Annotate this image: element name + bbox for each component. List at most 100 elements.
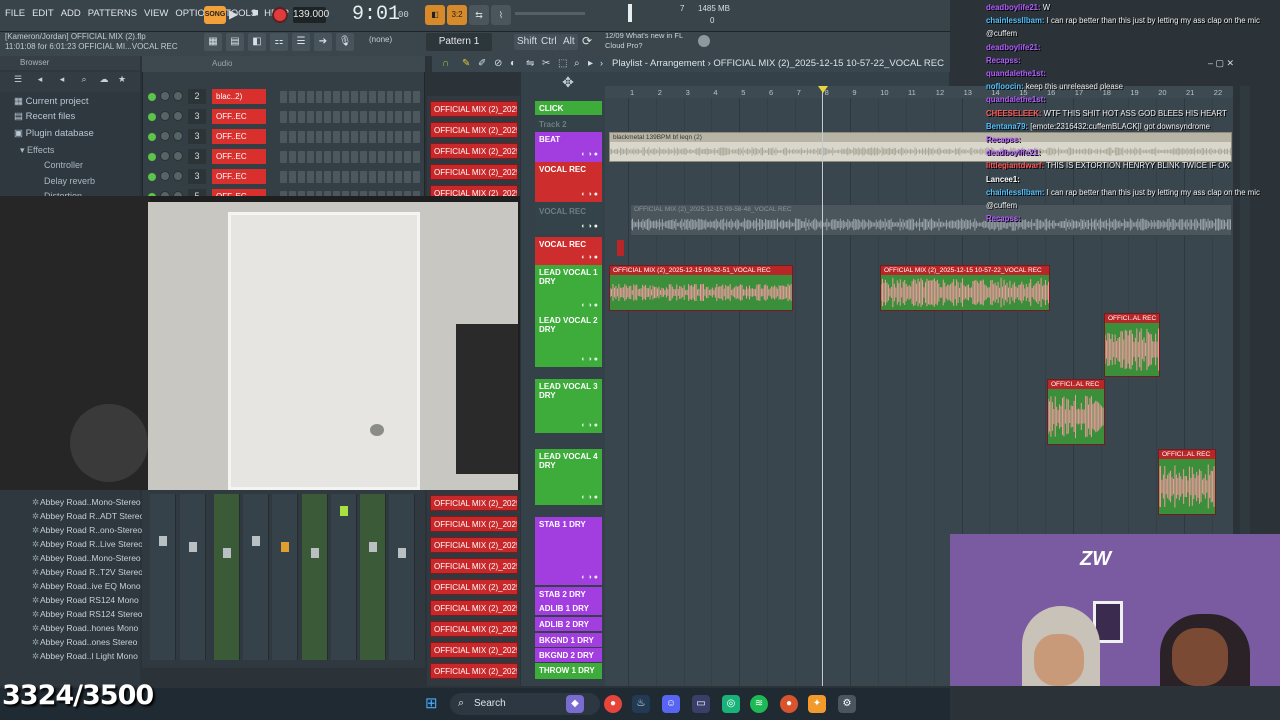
step-pad[interactable]	[315, 151, 323, 163]
track-header[interactable]: THROW 1 DRY	[535, 663, 602, 679]
mixer-strip[interactable]	[302, 494, 328, 660]
mixer-fader[interactable]	[189, 542, 197, 552]
plugin-item[interactable]: ✲Abbey Road R..Live Stereo	[32, 539, 143, 550]
channel-volume-knob[interactable]	[173, 91, 183, 101]
windows-start-icon[interactable]: ⊞	[425, 696, 441, 712]
channel-row[interactable]: 2 blac..2)	[146, 88, 422, 106]
browser-search-icon[interactable]: ⌕	[76, 74, 92, 88]
track-header[interactable]: BEAT ◐ ◑ ●	[535, 132, 602, 162]
audio-clip[interactable]: OFFICIAL MIX (2)_2025-12-15 09-32-51_VOC…	[609, 265, 793, 311]
channel-clip-item[interactable]: OFFICIAL MIX (2)_2025-1...	[430, 516, 518, 532]
track-header[interactable]: BKGND 2 DRY	[535, 648, 602, 662]
step-pad[interactable]	[404, 131, 412, 143]
step-pad[interactable]	[413, 131, 420, 143]
audio-clip[interactable]: OFFICI..AL REC	[1047, 379, 1105, 445]
step-pad[interactable]	[359, 171, 367, 183]
plugin-item[interactable]: ✲Abbey Road..ones Stereo	[32, 637, 137, 648]
mixer-fader[interactable]	[311, 548, 319, 558]
step-pad[interactable]	[413, 111, 420, 123]
mute-icon[interactable]: ◐	[510, 58, 516, 69]
track-header[interactable]: VOCAL REC ◐ ◑ ●	[535, 204, 602, 234]
browser-options-icon[interactable]: ☰	[10, 74, 26, 88]
metronome-icon[interactable]: ◧	[425, 5, 445, 25]
channel-clip-item[interactable]: OFFICIAL MIX (2)_2025-1...	[430, 495, 518, 511]
mixer-fader[interactable]	[159, 536, 167, 546]
chat-username[interactable]: Recapss:	[986, 214, 1021, 223]
channel-name-button[interactable]: blac..2)	[212, 89, 266, 104]
channel-mixer-track[interactable]: 3	[188, 169, 206, 184]
step-pad[interactable]	[342, 171, 349, 183]
browser-item-plugin-database[interactable]: ▣ Plugin database	[14, 128, 94, 139]
snap-select[interactable]: (none)	[369, 35, 401, 49]
slice-icon[interactable]: ✂	[542, 58, 550, 69]
track-header[interactable]: VOCAL REC ◐ ◑ ●	[535, 162, 602, 202]
channel-mixer-track[interactable]: 3	[188, 149, 206, 164]
step-pad[interactable]	[297, 111, 305, 123]
channel-row[interactable]: 3 OFF..EC	[146, 148, 422, 166]
plugin-item[interactable]: ✲Abbey Road..hones Mono	[32, 623, 138, 634]
track-header[interactable]: ADLIB 2 DRY	[535, 617, 602, 631]
pencil-icon[interactable]: ✎	[462, 58, 470, 69]
channel-enable-led[interactable]	[148, 113, 156, 121]
step-pad[interactable]	[368, 171, 376, 183]
step-pad[interactable]	[306, 111, 314, 123]
step-pad[interactable]	[359, 111, 367, 123]
mixer-strip[interactable]	[272, 494, 298, 660]
channel-rack-icon[interactable]: ◧	[248, 33, 266, 51]
step-pad[interactable]	[288, 91, 296, 103]
step-pad[interactable]	[351, 151, 358, 163]
chat-username[interactable]: deadboylife21:	[986, 43, 1041, 52]
news-subtitle[interactable]: Cloud Pro?	[605, 41, 643, 50]
step-pad[interactable]	[395, 91, 403, 103]
chat-username[interactable]: littlegiantdwarf:	[986, 161, 1044, 170]
audio-clip[interactable]: OFFICI..AL REC	[1104, 313, 1160, 377]
step-pad[interactable]	[315, 111, 323, 123]
step-pad[interactable]	[413, 171, 420, 183]
chat-username[interactable]: CHEESELEEK:	[986, 109, 1041, 118]
track-header[interactable]: STAB 2 DRY	[535, 587, 602, 601]
step-pad[interactable]	[333, 131, 341, 143]
step-pad[interactable]	[315, 171, 323, 183]
mixer-strip[interactable]	[389, 494, 415, 660]
step-pad[interactable]	[377, 131, 385, 143]
plugin-item[interactable]: ✲Abbey Road R..ADT Stereo	[32, 511, 144, 522]
alt-key[interactable]: Alt	[560, 34, 578, 50]
channel-clip-item[interactable]: OFFICIAL MIX (2)_2025-1...	[430, 164, 518, 180]
cloud-icon[interactable]	[698, 35, 710, 47]
pattern-selector[interactable]: Pattern 1	[426, 33, 492, 51]
step-pad[interactable]	[288, 171, 296, 183]
track-controls-icon[interactable]: ◐ ◑ ●	[581, 356, 598, 363]
channel-volume-knob[interactable]	[173, 131, 183, 141]
channel-pan-knob[interactable]	[160, 171, 170, 181]
step-pad[interactable]	[368, 111, 376, 123]
browser-item-delay-reverb[interactable]: Delay reverb	[44, 176, 95, 186]
channel-clip-item[interactable]: OFFICIAL MIX (2)_2025-1...	[430, 558, 518, 574]
track-controls-icon[interactable]: ◐ ◑ ●	[581, 191, 598, 198]
step-pad[interactable]	[368, 91, 376, 103]
chat-username[interactable]: Lancee1:	[986, 175, 1020, 184]
step-pad[interactable]	[386, 151, 394, 163]
browser-item-controller[interactable]: Controller	[44, 160, 83, 170]
chat-username[interactable]: chainlessllbam:	[986, 188, 1045, 197]
track-header[interactable]: Track 2	[535, 117, 602, 131]
mixer-fader[interactable]	[398, 548, 406, 558]
track-controls-icon[interactable]: ◐ ◑ ●	[581, 494, 598, 501]
loop-record-icon[interactable]: ⇆	[469, 5, 489, 25]
track-controls-icon[interactable]: ◐ ◑ ●	[581, 302, 598, 309]
menu-file[interactable]: FILE	[5, 8, 25, 19]
step-pad[interactable]	[342, 91, 349, 103]
mixer-strip[interactable]	[180, 494, 206, 660]
channel-mixer-track[interactable]: 3	[188, 129, 206, 144]
step-pad[interactable]	[404, 111, 412, 123]
step-pad[interactable]	[404, 91, 412, 103]
mixer-icon[interactable]: ⚏	[270, 33, 288, 51]
select-icon[interactable]: ⬚	[558, 58, 567, 69]
news-title[interactable]: 12/09 What's new in FL	[605, 31, 683, 40]
channel-name-button[interactable]: OFF..EC	[212, 109, 266, 124]
channel-pan-knob[interactable]	[160, 131, 170, 141]
step-pad[interactable]	[280, 131, 287, 143]
mixer-strip[interactable]	[331, 494, 357, 660]
menu-patterns[interactable]: PATTERNS	[88, 8, 137, 19]
step-pad[interactable]	[333, 91, 341, 103]
mixer-fader[interactable]	[223, 548, 231, 558]
